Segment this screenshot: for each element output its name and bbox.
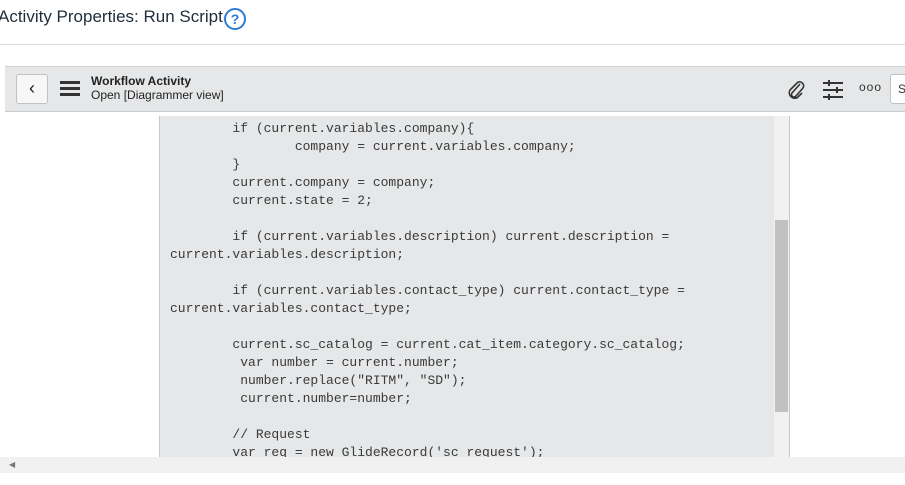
code-line: current.state = 2; [170,193,373,208]
page-title: Activity Properties: Run Script [0,7,223,27]
vertical-scrollbar[interactable] [774,116,790,457]
code-line: var number = current.number; [170,355,459,370]
paperclip-icon[interactable] [785,79,807,106]
submit-label: S [898,82,905,96]
record-type: Workflow Activity [91,74,192,88]
settings-sliders-icon[interactable] [821,79,845,106]
help-icon[interactable]: ? [224,8,246,30]
code-line: } [170,157,241,172]
code-line: var req = new GlideRecord('sc request'); [170,445,545,457]
record-state: Open [Diagrammer view] [91,88,224,102]
form-header: ‹ Workflow Activity Open [Diagrammer vie… [5,66,905,112]
code-line: company = current.variables.company; [170,139,576,154]
horizontal-scrollbar[interactable]: ◀ [0,457,905,473]
code-line: number.replace("RITM", "SD"); [170,373,467,388]
code-line: current.company = company; [170,175,436,190]
page-title-text: Activity Properties: Run Script [0,7,223,26]
code-line: current.variables.description; [170,247,405,262]
code-line: if (current.variables.contact_type) curr… [170,283,685,298]
back-button[interactable]: ‹ [16,74,48,104]
more-icon[interactable]: ooo [859,80,882,94]
code-line: current.variables.contact_type; [170,301,412,316]
code-line: if (current.variables.description) curre… [170,229,670,244]
submit-button[interactable]: S [890,74,905,104]
code-line: current.number=number; [170,391,412,406]
code-line: if (current.variables.company){ [170,121,475,136]
scroll-left-arrow-icon[interactable]: ◀ [9,460,15,469]
chevron-left-icon: ‹ [29,78,35,98]
hamburger-menu-icon[interactable] [60,81,80,97]
code-line: // Request [170,427,311,442]
script-editor[interactable]: if (current.variables.company){ company … [159,116,774,457]
record-info: Workflow Activity Open [Diagrammer view] [91,74,224,102]
script-code[interactable]: if (current.variables.company){ company … [160,116,774,457]
code-line: current.sc_catalog = current.cat_item.ca… [170,337,685,352]
scrollbar-thumb[interactable] [775,220,788,412]
divider [0,44,905,45]
